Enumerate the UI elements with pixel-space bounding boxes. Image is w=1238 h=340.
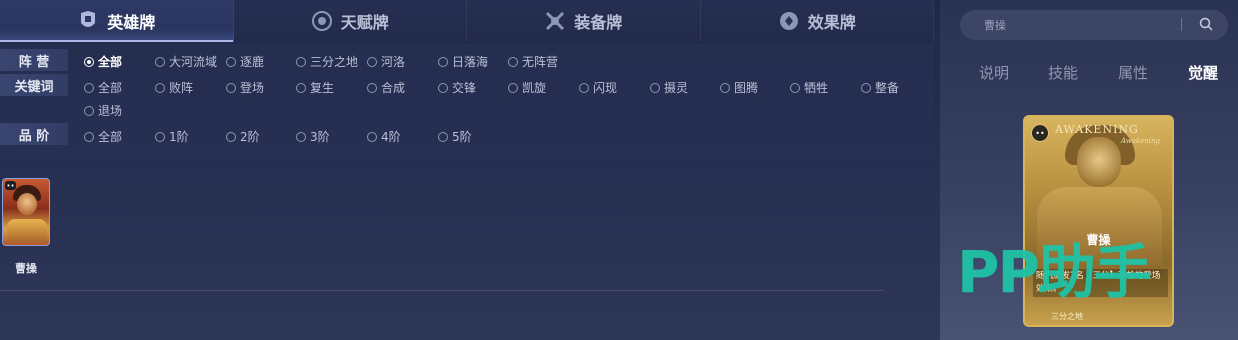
card-faction-footer: 三分之地 — [1051, 312, 1083, 321]
hero-card-name: 曹操 — [15, 262, 37, 275]
camp-option-dahe[interactable]: 大河流域 — [155, 53, 217, 70]
radio-icon — [155, 131, 165, 142]
radio-icon — [720, 82, 730, 93]
keyword-option-zhengbei[interactable]: 整备 — [861, 79, 899, 96]
radio-icon — [790, 82, 800, 93]
card-type-tabs: 英雄牌 天赋牌 装备牌 效果牌 — [0, 0, 934, 42]
radio-icon — [296, 82, 306, 93]
keyword-option-all[interactable]: 全部 — [84, 79, 122, 96]
radio-icon — [226, 131, 236, 142]
keyword-option-shanxian[interactable]: 闪现 — [579, 79, 617, 96]
camp-option-zhulu[interactable]: 逐鹿 — [226, 53, 264, 70]
hero-icon — [81, 11, 96, 27]
search-icon[interactable] — [1199, 17, 1213, 31]
radio-icon — [579, 82, 589, 93]
radio-icon — [508, 56, 518, 67]
radio-icon — [155, 56, 165, 67]
keyword-option-fusheng[interactable]: 复生 — [296, 79, 334, 96]
camp-option-sanfen[interactable]: 三分之地 — [296, 53, 358, 70]
camp-option-all[interactable]: 全部 — [84, 53, 122, 70]
radio-icon — [296, 131, 306, 142]
rank-option-1[interactable]: 1阶 — [155, 128, 189, 145]
radio-icon — [438, 56, 448, 67]
radio-icon — [367, 82, 377, 93]
tab-talent-label: 天赋牌 — [340, 13, 389, 32]
search-placeholder: 曹操 — [984, 19, 1006, 32]
tab-talent-cards[interactable]: 天赋牌 — [233, 0, 467, 42]
tab-equipment-cards[interactable]: 装备牌 — [467, 0, 701, 42]
keyword-filter-label: 关键词 — [0, 74, 68, 96]
keyword-option-xisheng[interactable]: 牺牲 — [790, 79, 828, 96]
detail-tab-description[interactable]: 说明 — [979, 62, 1009, 83]
camp-option-riluohai[interactable]: 日落海 — [438, 53, 488, 70]
card-art-armor — [7, 219, 47, 243]
radio-icon — [367, 131, 377, 142]
hero-card-thumbnail[interactable]: •• — [2, 178, 50, 246]
effect-icon — [779, 12, 798, 30]
radio-icon — [84, 82, 94, 93]
tab-effect-label: 效果牌 — [807, 13, 856, 32]
search-input[interactable]: 曹操 — [960, 10, 1228, 40]
radio-icon — [296, 56, 306, 67]
search-divider — [1181, 18, 1182, 31]
rank-option-all[interactable]: 全部 — [84, 128, 122, 145]
awakening-title: AWAKENING — [1055, 123, 1139, 136]
radio-icon — [650, 82, 660, 93]
tab-equipment-label: 装备牌 — [574, 13, 623, 32]
radio-icon — [84, 105, 94, 116]
detail-tab-awakening[interactable]: 觉醒 — [1188, 62, 1218, 83]
keyword-option-sheling[interactable]: 摄灵 — [650, 79, 688, 96]
radio-icon — [226, 82, 236, 93]
radio-icon — [508, 82, 518, 93]
talent-icon — [311, 11, 332, 31]
keyword-option-kaixuan[interactable]: 凯旋 — [508, 79, 546, 96]
radio-icon — [226, 56, 236, 67]
radio-icon — [438, 131, 448, 142]
list-divider — [0, 290, 884, 291]
equipment-icon — [546, 11, 565, 31]
radio-icon — [84, 56, 94, 67]
rank-option-2[interactable]: 2阶 — [226, 128, 260, 145]
radio-icon — [861, 82, 871, 93]
rank-option-3[interactable]: 3阶 — [296, 128, 330, 145]
radio-icon — [367, 56, 377, 67]
card-art-face — [1077, 137, 1121, 187]
card-art-face — [17, 193, 37, 215]
tab-effect-cards[interactable]: 效果牌 — [700, 0, 934, 42]
detail-tab-skills[interactable]: 技能 — [1048, 62, 1078, 83]
radio-icon — [84, 131, 94, 142]
detail-tab-attributes[interactable]: 属性 — [1118, 62, 1148, 83]
keyword-option-tuteng[interactable]: 图腾 — [720, 79, 758, 96]
radio-icon — [438, 82, 448, 93]
tab-hero-label: 英雄牌 — [107, 13, 156, 32]
filter-panel: 阵 营 全部 大河流域 逐鹿 三分之地 河洛 日落海 无阵营 关键词 全部 败阵… — [0, 44, 934, 162]
radio-icon — [155, 82, 165, 93]
keyword-option-jiaofeng[interactable]: 交锋 — [438, 79, 476, 96]
camp-filter-label: 阵 营 — [0, 49, 68, 71]
card-badge-icon: •• — [5, 181, 16, 190]
keyword-option-tuichang[interactable]: 退场 — [84, 102, 122, 119]
keyword-option-dengchang[interactable]: 登场 — [226, 79, 264, 96]
camp-option-none[interactable]: 无阵营 — [508, 53, 558, 70]
rank-option-5[interactable]: 5阶 — [438, 128, 472, 145]
rank-filter-label: 品 阶 — [0, 123, 68, 145]
awakening-subtitle: Awakening — [1121, 137, 1161, 145]
card-badge-icon: •• — [1031, 124, 1049, 142]
pp-assistant-watermark: PP助手 — [957, 238, 1152, 306]
camp-option-heluo[interactable]: 河洛 — [367, 53, 405, 70]
keyword-option-baizhen[interactable]: 败阵 — [155, 79, 193, 96]
rank-option-4[interactable]: 4阶 — [367, 128, 401, 145]
tab-hero-cards[interactable]: 英雄牌 — [0, 0, 234, 42]
keyword-option-hecheng[interactable]: 合成 — [367, 79, 405, 96]
